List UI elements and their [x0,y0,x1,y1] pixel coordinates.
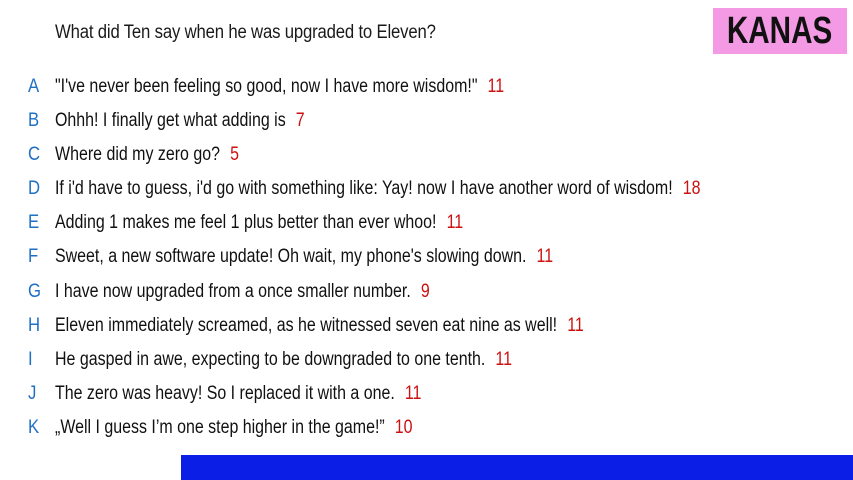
answer-letter: G [28,281,42,302]
answer-score: 11 [536,246,554,267]
answer-text: The zero was heavy! So I replaced it wit… [55,383,395,404]
answer-text: Eleven immediately screamed, as he witne… [55,315,558,336]
answer-letter: H [28,315,41,336]
answer-text: Adding 1 makes me feel 1 plus better tha… [55,212,437,233]
answer-letter: B [28,110,40,131]
answer-text: „Well I guess I’m one step higher in the… [55,417,385,438]
answer-text: Where did my zero go? [55,144,220,165]
answer-text: Ohhh! I finally get what adding is [55,110,286,131]
answer-score: 11 [487,76,505,97]
answer-letter: K [28,417,40,438]
answer-score: 11 [404,383,422,404]
answer-letter: C [28,144,41,165]
answer-text: I have now upgraded from a once smaller … [55,281,411,302]
answer-score: 10 [394,417,413,438]
answer-score: 9 [420,281,430,302]
question-text: What did Ten say when he was upgraded to… [55,22,436,43]
answer-letter: F [28,246,39,267]
answer-score: 11 [446,212,464,233]
answer-score: 11 [567,315,584,336]
answer-score: 18 [682,178,701,199]
answer-letter: I [28,349,33,370]
answer-letter: E [28,212,40,233]
bottom-banner-bar [181,455,853,480]
brand-label: KANAS [727,9,833,52]
answer-score: 11 [495,349,513,370]
answer-letter: A [28,76,40,97]
brand-logo: KANAS [713,8,847,54]
answer-text: "I've never been feeling so good, now I … [55,76,478,97]
answer-text: He gasped in awe, expecting to be downgr… [55,349,486,370]
answer-text: Sweet, a new software update! Oh wait, m… [55,246,527,267]
answer-score: 7 [295,110,305,131]
answer-score: 5 [230,144,239,165]
answer-letter: D [28,178,41,199]
answer-text: If i'd have to guess, i'd go with someth… [55,178,673,199]
answer-letter: J [28,383,37,404]
